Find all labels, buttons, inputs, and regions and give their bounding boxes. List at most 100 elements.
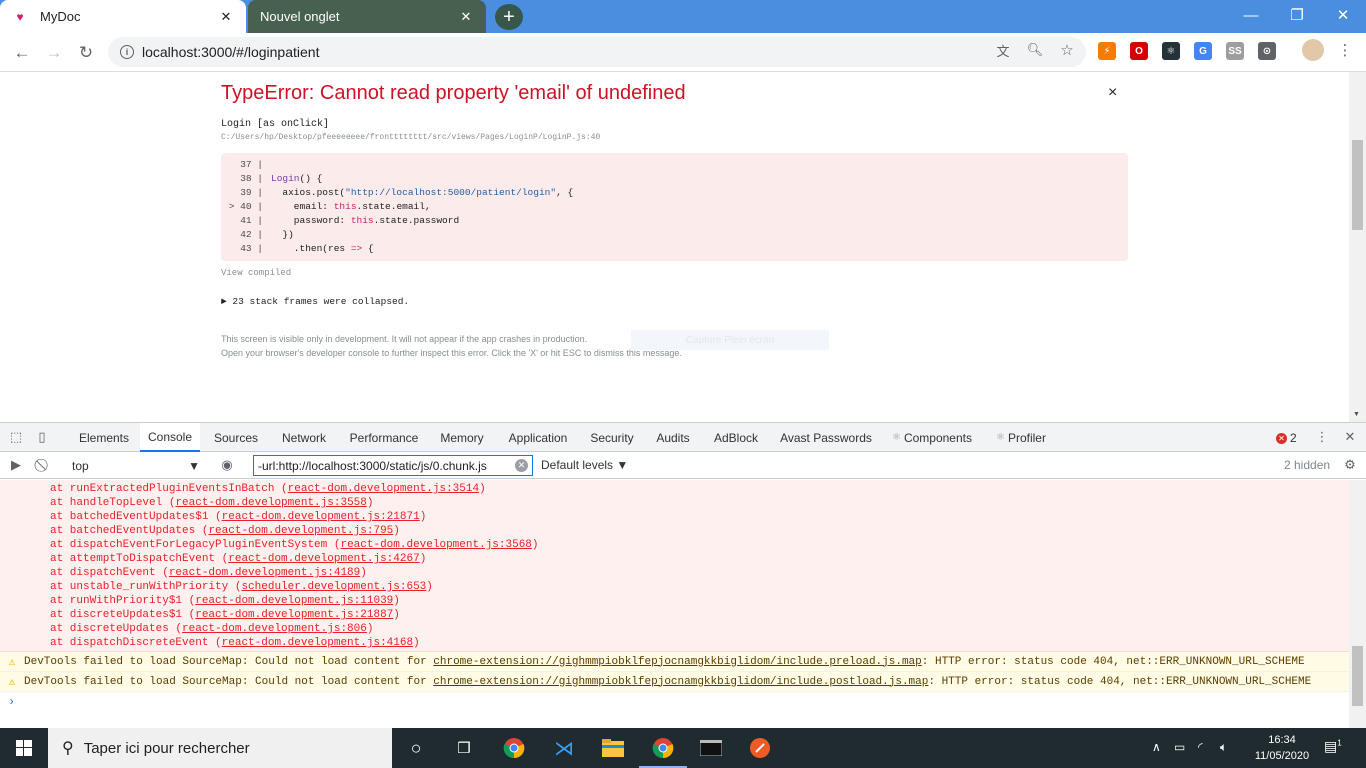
sidebar-toggle-icon[interactable]: ▶ bbox=[8, 457, 24, 473]
zoom-icon[interactable]: 🔍︎ bbox=[1026, 41, 1044, 59]
device-toggle-icon[interactable]: ▯ bbox=[34, 429, 50, 445]
warning-link[interactable]: chrome-extension://gighmmpiobklfepjocnam… bbox=[433, 656, 921, 668]
devtools-tab-network[interactable]: Network bbox=[272, 423, 336, 452]
warning-link[interactable]: chrome-extension://gighmmpiobklfepjocnam… bbox=[433, 676, 928, 688]
translate-icon[interactable]: 文 bbox=[994, 41, 1012, 59]
close-tab-icon[interactable]: ✕ bbox=[458, 9, 474, 25]
tab-nouvel-onglet[interactable]: Nouvel onglet ✕ bbox=[248, 0, 486, 33]
devtools-tab-memory[interactable]: Memory bbox=[432, 423, 492, 452]
close-window-button[interactable]: ✕ bbox=[1320, 0, 1366, 30]
error-counter[interactable]: ✕ 2 bbox=[1276, 431, 1297, 445]
task-view-icon[interactable]: ❒ bbox=[452, 736, 476, 760]
devtools-tab-profiler[interactable]: ⚛ Profiler bbox=[988, 423, 1054, 452]
scroll-down-arrow-icon[interactable]: ▼ bbox=[1353, 411, 1360, 418]
start-button[interactable] bbox=[0, 728, 48, 768]
vscode-icon[interactable]: ⋊ bbox=[552, 736, 576, 760]
context-selector[interactable]: top ▼ bbox=[66, 456, 206, 475]
devtools-tab-components[interactable]: ⚛ Components bbox=[884, 423, 980, 452]
close-overlay-icon[interactable]: × bbox=[1108, 84, 1117, 102]
stack-frame-link[interactable]: scheduler.development.js:653 bbox=[241, 581, 426, 593]
cortana-icon[interactable]: ○ bbox=[404, 736, 428, 760]
stack-frame-link[interactable]: react-dom.development.js:795 bbox=[208, 525, 393, 537]
stack-frame-function: at handleTopLevel bbox=[50, 497, 169, 509]
view-compiled-link[interactable]: View compiled bbox=[221, 268, 291, 278]
stack-frame-link[interactable]: react-dom.development.js:21887 bbox=[195, 609, 393, 621]
devtools-tab-audits[interactable]: Audits bbox=[648, 423, 698, 452]
dev-note: This screen is visible only in developme… bbox=[221, 332, 682, 360]
clear-console-icon[interactable]: ⃠ bbox=[36, 457, 52, 473]
terminal-icon[interactable] bbox=[699, 736, 723, 760]
log-levels-dropdown[interactable]: Default levels ▼ bbox=[541, 458, 628, 472]
tray-expand-icon[interactable]: ∧ bbox=[1152, 740, 1161, 754]
network-icon[interactable]: ▭ bbox=[1174, 740, 1185, 754]
filter-value[interactable]: -url:http://localhost:3000/static/js/0.c… bbox=[258, 459, 487, 473]
forward-arrow-icon[interactable]: → bbox=[40, 39, 68, 67]
code-source: }) bbox=[271, 228, 293, 242]
postman-icon[interactable] bbox=[748, 736, 772, 760]
chrome-taskbar-icon[interactable] bbox=[502, 736, 526, 760]
stack-frame-link[interactable]: react-dom.development.js:806 bbox=[182, 623, 367, 635]
notifications-icon[interactable]: ▤1 bbox=[1324, 738, 1342, 755]
stack-frame-link[interactable]: react-dom.development.js:21871 bbox=[222, 511, 420, 523]
restore-button[interactable]: ❐ bbox=[1274, 0, 1320, 30]
devtools-tab-elements[interactable]: Elements bbox=[72, 423, 136, 452]
stack-frame-link[interactable]: react-dom.development.js:4189 bbox=[169, 567, 360, 579]
inspect-element-icon[interactable]: ⬚ bbox=[8, 429, 24, 445]
devtools-tab-sources[interactable]: Sources bbox=[208, 423, 264, 452]
ext-react-icon[interactable]: ⚛ bbox=[1162, 42, 1180, 60]
tab-mydoc[interactable]: ♥ MyDoc ✕ bbox=[0, 0, 246, 33]
devtools-tab-security[interactable]: Security bbox=[584, 423, 640, 452]
taskbar-search[interactable]: ⚲ Taper ici pour rechercher bbox=[48, 728, 392, 768]
minimize-button[interactable]: — bbox=[1228, 0, 1274, 30]
devtools-tab-adblock[interactable]: AdBlock bbox=[706, 423, 766, 452]
devtools-tab-performance[interactable]: Performance bbox=[342, 423, 426, 452]
stack-frame-link[interactable]: react-dom.development.js:4168 bbox=[222, 637, 413, 649]
reload-icon[interactable]: ↻ bbox=[72, 39, 100, 67]
stack-frame-link[interactable]: react-dom.development.js:4267 bbox=[228, 553, 419, 565]
clear-filter-icon[interactable]: ✕ bbox=[515, 459, 528, 472]
stack-frame-link[interactable]: react-dom.development.js:3558 bbox=[175, 497, 366, 509]
new-tab-button[interactable]: + bbox=[495, 4, 523, 30]
wifi-icon[interactable]: ◜ bbox=[1198, 740, 1203, 754]
error-dot-icon: ✕ bbox=[1276, 432, 1287, 444]
close-tab-icon[interactable]: ✕ bbox=[218, 9, 234, 25]
console-prompt[interactable]: › bbox=[0, 692, 1349, 712]
collapsed-frames-toggle[interactable]: ► 23 stack frames were collapsed. bbox=[221, 296, 409, 307]
scrollbar-thumb[interactable] bbox=[1352, 140, 1363, 230]
scrollbar-thumb[interactable] bbox=[1352, 646, 1363, 706]
error-file-path[interactable]: C:/Users/hp/Desktop/pfeeeeeeee/fronttttt… bbox=[221, 133, 600, 142]
console-filter-input[interactable]: -url:http://localhost:3000/static/js/0.c… bbox=[253, 455, 533, 476]
ext-fire-icon[interactable]: ⚡ bbox=[1098, 42, 1116, 60]
chrome-profile-taskbar-icon[interactable] bbox=[639, 736, 687, 768]
stack-frame-function: at runExtractedPluginEventsInBatch bbox=[50, 483, 282, 495]
stack-frame-link[interactable]: react-dom.development.js:3568 bbox=[340, 539, 531, 551]
menu-kebab-icon[interactable]: ⋮ bbox=[1336, 41, 1354, 59]
url-text[interactable]: localhost:3000/#/loginpatient bbox=[142, 44, 319, 60]
devtools-tab-avast-passwords[interactable]: Avast Passwords bbox=[774, 423, 878, 452]
back-arrow-icon[interactable]: ← bbox=[8, 39, 36, 67]
clock[interactable]: 16:34 11/05/2020 bbox=[1244, 732, 1320, 764]
ext-circle-icon[interactable]: ⊙ bbox=[1258, 42, 1276, 60]
ext-translate-icon[interactable]: G bbox=[1194, 42, 1212, 60]
bookmark-star-icon[interactable]: ☆ bbox=[1058, 41, 1076, 59]
devtools-tab-console[interactable]: Console bbox=[140, 423, 200, 452]
live-expression-eye-icon[interactable]: ◉ bbox=[219, 457, 235, 473]
file-explorer-icon[interactable] bbox=[601, 736, 625, 760]
address-bar[interactable]: i localhost:3000/#/loginpatient bbox=[108, 37, 1086, 67]
capture-button[interactable]: Capture Plein écran bbox=[631, 330, 829, 350]
console-settings-gear-icon[interactable]: ⚙ bbox=[1342, 457, 1358, 473]
stack-frame-link[interactable]: react-dom.development.js:3514 bbox=[288, 483, 479, 495]
ext-opera-icon[interactable]: O bbox=[1130, 42, 1148, 60]
devtools-tab-application[interactable]: Application bbox=[500, 423, 576, 452]
devtools-menu-icon[interactable]: ⋮ bbox=[1314, 429, 1330, 445]
avatar[interactable] bbox=[1302, 39, 1324, 61]
page-scrollbar[interactable]: ▼ bbox=[1349, 72, 1366, 422]
info-icon[interactable]: i bbox=[120, 45, 134, 59]
console-scrollbar[interactable] bbox=[1349, 480, 1366, 729]
ext-ss-icon[interactable]: SS bbox=[1226, 42, 1244, 60]
close-devtools-icon[interactable]: ✕ bbox=[1342, 429, 1358, 445]
volume-icon[interactable]: 🔈︎ bbox=[1220, 740, 1227, 755]
line-number: 39 | bbox=[240, 187, 263, 198]
tab-title: Nouvel onglet bbox=[260, 9, 340, 24]
stack-frame-link[interactable]: react-dom.development.js:11039 bbox=[195, 595, 393, 607]
